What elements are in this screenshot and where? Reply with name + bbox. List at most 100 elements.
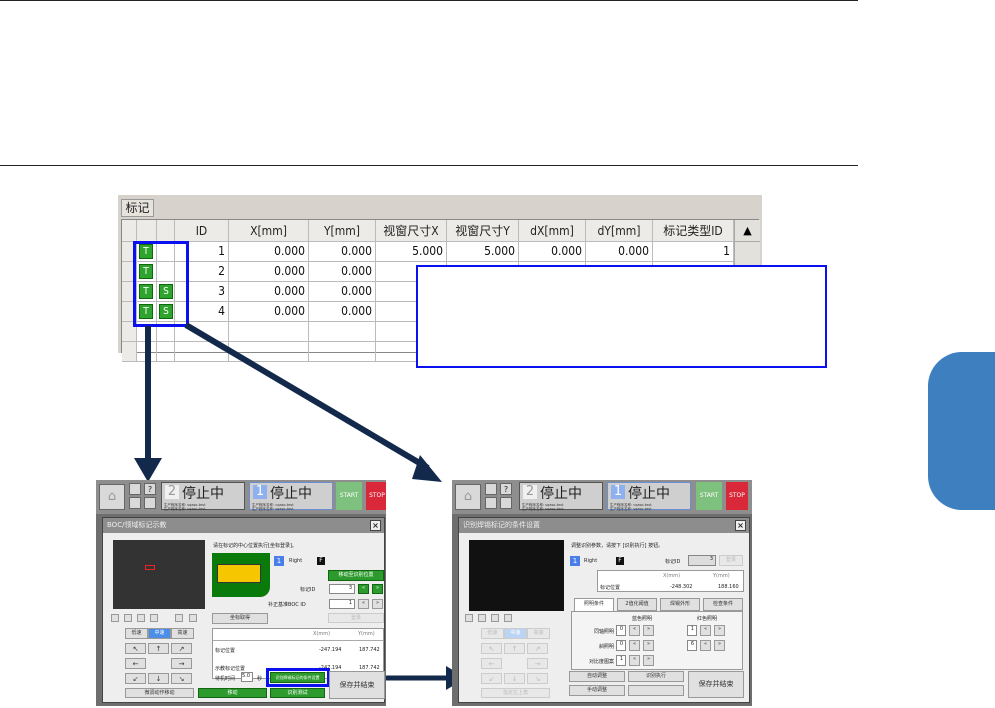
jog-arrow-button[interactable]: ↓ bbox=[148, 673, 169, 684]
start-button[interactable]: START bbox=[336, 482, 362, 510]
zoom-out-icon[interactable] bbox=[137, 614, 145, 622]
lane-number: 1 bbox=[253, 485, 267, 499]
plus-button[interactable] bbox=[189, 614, 197, 622]
jog-arrow-button[interactable]: ↑ bbox=[148, 643, 169, 654]
condition-setting-screenshot: ⌂ ? 2 停止中 生产程序名称: sqaso-test 生产程序名称: sqas… bbox=[452, 480, 752, 706]
language-icon[interactable] bbox=[129, 497, 141, 509]
jog-arrow-button[interactable]: ← bbox=[481, 658, 502, 669]
speed-low[interactable]: 低速 bbox=[481, 628, 504, 639]
jog-arrow-button[interactable]: ↗ bbox=[171, 643, 192, 654]
jog-arrow-button[interactable]: ↖ bbox=[481, 643, 502, 654]
boc-id-field[interactable]: 1 bbox=[329, 599, 355, 609]
help-button[interactable]: ? bbox=[500, 483, 512, 495]
blue-value[interactable]: 0 bbox=[616, 625, 626, 636]
home-button[interactable]: ⌂ bbox=[99, 484, 125, 510]
jog-arrow-button[interactable]: ↙ bbox=[125, 673, 146, 684]
jog-arrow-button[interactable]: ↖ bbox=[125, 643, 146, 654]
red-light-label: 红色照明 bbox=[697, 616, 718, 622]
start-button[interactable]: START bbox=[696, 482, 722, 510]
manual-icon[interactable] bbox=[129, 483, 141, 495]
zoom-in-icon[interactable] bbox=[478, 614, 486, 622]
boc-id-next[interactable]: » bbox=[372, 599, 383, 609]
jog-arrow-button[interactable]: ↙ bbox=[481, 673, 502, 684]
top-left-button[interactable]: 指定左上角 bbox=[481, 688, 550, 698]
fit-window-icon[interactable] bbox=[150, 614, 158, 622]
language-icon[interactable] bbox=[485, 497, 497, 509]
stop-button[interactable]: STOP bbox=[366, 482, 386, 510]
speed-mid[interactable]: 中速 bbox=[504, 628, 527, 639]
fit-window-icon[interactable] bbox=[504, 614, 512, 622]
mark-id-label: 标记ID bbox=[300, 587, 316, 593]
speed-low[interactable]: 低速 bbox=[125, 628, 148, 639]
auto-adjust-button[interactable]: 自动调整 bbox=[569, 671, 625, 682]
zoom-fit-icon[interactable] bbox=[111, 614, 119, 622]
close-button[interactable]: × bbox=[370, 520, 381, 531]
jog-arrow-button[interactable]: ↑ bbox=[504, 643, 525, 654]
dialog-title: 识别焊锡标记的条件设置 bbox=[459, 518, 749, 533]
register-button[interactable]: 登录 bbox=[328, 613, 384, 623]
lane1-status: 1 停止中 生产程序名称: cqaso-test 生产程序名称: sqaso-te… bbox=[607, 482, 691, 511]
jog-arrow-button[interactable]: ↓ bbox=[504, 673, 525, 684]
fine-move-button[interactable]: 微调动作移动 bbox=[125, 688, 194, 698]
lane1-status: 1 停止中 生产程序名称: cqaso-test 生产程序名称: sqaso-te… bbox=[249, 482, 333, 511]
move-to-recog-button[interactable]: 移动至识别位置 bbox=[328, 570, 384, 581]
red-prev[interactable]: « bbox=[700, 625, 711, 636]
blue-prev[interactable]: « bbox=[629, 625, 640, 636]
recog-test-button[interactable]: 识别测试 bbox=[270, 688, 325, 698]
tab-2[interactable]: 焊锡外形 bbox=[660, 598, 700, 611]
blue-value[interactable]: 1 bbox=[616, 655, 626, 666]
mark-id-field[interactable]: 3 bbox=[688, 555, 716, 566]
manual-adjust-button[interactable]: 手动调整 bbox=[569, 685, 625, 696]
register-button[interactable]: 登录 bbox=[719, 555, 743, 566]
red-value[interactable]: 1 bbox=[687, 625, 697, 636]
manual-icon[interactable] bbox=[485, 483, 497, 495]
wait-field[interactable]: 5.0 bbox=[241, 672, 253, 682]
boc-id-prev[interactable]: « bbox=[358, 599, 369, 609]
tab-3[interactable]: 检查条件 bbox=[703, 598, 743, 611]
speed-high[interactable]: 高速 bbox=[527, 628, 550, 639]
home-button[interactable]: ⌂ bbox=[455, 484, 481, 510]
lane-number: 2 bbox=[165, 485, 179, 499]
move-button[interactable]: 移动 bbox=[198, 688, 267, 698]
stop-button[interactable]: STOP bbox=[726, 482, 748, 510]
red-prev[interactable]: « bbox=[700, 640, 711, 651]
recog-exec-button[interactable]: 识别执行 bbox=[628, 671, 684, 682]
zoom-out-icon[interactable] bbox=[491, 614, 499, 622]
jog-arrow-button[interactable]: ↘ bbox=[171, 673, 192, 684]
save-end-button[interactable]: 保存并结束 bbox=[688, 671, 744, 698]
speed-high[interactable]: 高速 bbox=[171, 628, 194, 639]
operation-icon[interactable] bbox=[500, 497, 512, 509]
mark-id-next[interactable]: » bbox=[372, 584, 383, 594]
blue-value[interactable]: 0 bbox=[616, 640, 626, 651]
tab-0[interactable]: 照明条件 bbox=[574, 598, 614, 611]
jog-arrow-button[interactable]: → bbox=[171, 658, 192, 669]
minus-button[interactable] bbox=[175, 614, 183, 622]
red-next[interactable]: » bbox=[714, 640, 725, 651]
lane-number: 2 bbox=[523, 485, 537, 499]
blue-prev[interactable]: « bbox=[629, 640, 640, 651]
pos-label: 标记位置 bbox=[600, 585, 621, 591]
jog-arrow-button[interactable]: → bbox=[527, 658, 548, 669]
save-end-button[interactable]: 保存并结束 bbox=[329, 671, 385, 699]
operation-icon[interactable] bbox=[144, 497, 156, 509]
blue-prev[interactable]: « bbox=[629, 655, 640, 666]
help-button[interactable]: ? bbox=[144, 483, 156, 495]
zoom-fit-icon[interactable] bbox=[465, 614, 473, 622]
jog-arrow-button[interactable]: ↘ bbox=[527, 673, 548, 684]
blue-light-label: 蓝色照明 bbox=[632, 616, 653, 622]
red-next[interactable]: » bbox=[714, 625, 725, 636]
jog-arrow-button[interactable]: ↗ bbox=[527, 643, 548, 654]
tab-1[interactable]: 2值化阈值 bbox=[617, 598, 657, 611]
mark-id-field[interactable]: 3 bbox=[329, 584, 355, 594]
zoom-in-icon[interactable] bbox=[124, 614, 132, 622]
red-value[interactable]: 6 bbox=[687, 640, 697, 651]
close-button[interactable]: × bbox=[735, 520, 746, 531]
blue-next[interactable]: » bbox=[643, 655, 654, 666]
blue-next[interactable]: » bbox=[643, 625, 654, 636]
boc-teach-screenshot: ⌂ ? 2 停止中 生产程序名称: sqaso-test 生产程序名称: sqas… bbox=[96, 480, 386, 706]
jog-arrow-button[interactable]: ← bbox=[125, 658, 146, 669]
mark-id-prev[interactable]: « bbox=[358, 584, 369, 594]
speed-mid[interactable]: 中速 bbox=[148, 628, 171, 639]
get-coordinate-button[interactable]: 坐标取得 bbox=[212, 613, 268, 624]
blue-next[interactable]: » bbox=[643, 640, 654, 651]
